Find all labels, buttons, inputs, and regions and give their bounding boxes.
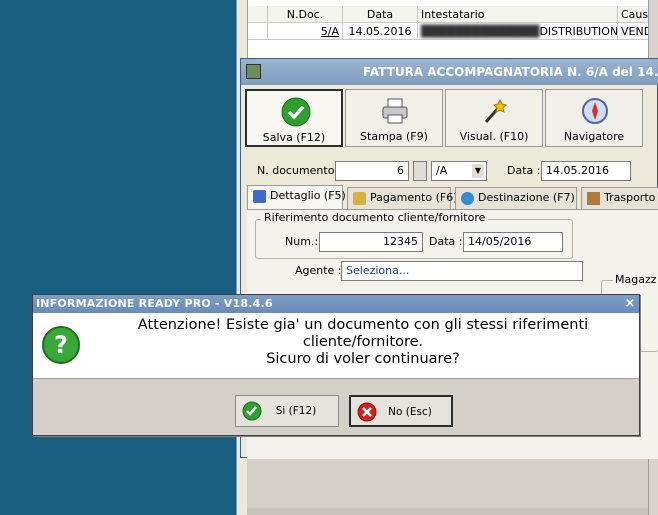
calendar-icon bbox=[253, 190, 266, 203]
series-select[interactable]: /A ▼ bbox=[431, 161, 487, 181]
agente-select[interactable]: Seleziona... bbox=[341, 261, 583, 281]
ndoc-input[interactable]: 6 bbox=[335, 161, 409, 181]
cell-intestatario: ██████████████DISTRIBUTION ... bbox=[418, 23, 618, 40]
column-data[interactable]: Data bbox=[343, 6, 418, 23]
agente-label: Agente : bbox=[295, 264, 342, 277]
save-button[interactable]: Salva (F12) bbox=[245, 89, 343, 147]
print-label: Stampa (F9) bbox=[360, 130, 428, 143]
question-icon: ? bbox=[42, 326, 80, 364]
column-ndoc[interactable]: N.Doc. bbox=[268, 6, 343, 23]
ref-date-input[interactable]: 14/05/2016 bbox=[463, 232, 563, 252]
series-value: /A bbox=[436, 164, 448, 177]
money-icon bbox=[353, 192, 366, 205]
ref-num-input[interactable]: 12345 bbox=[319, 232, 423, 252]
ndoc-spin[interactable] bbox=[413, 161, 427, 181]
ref-date-label: Data : bbox=[429, 235, 463, 248]
cell-ndoc: 5/A bbox=[268, 23, 343, 40]
preview-label: Visual. (F10) bbox=[459, 130, 529, 143]
ref-num-label: Num.: bbox=[285, 235, 319, 248]
tab-dettaglio-label: Dettaglio (F5) bbox=[270, 189, 346, 202]
preview-button[interactable]: Visual. (F10) bbox=[445, 89, 543, 147]
yes-label: Si (F12) bbox=[275, 405, 317, 417]
grid-header-spacer bbox=[248, 6, 268, 23]
date-input[interactable]: 14.05.2016 bbox=[541, 161, 631, 181]
row-indicator bbox=[248, 23, 268, 40]
magazzino-label: Magazz bbox=[613, 273, 658, 286]
tab-trasporto[interactable]: Trasporto bbox=[581, 187, 658, 209]
tab-pagamento[interactable]: Pagamento (F6) bbox=[347, 187, 458, 209]
no-button[interactable]: No (Esc) bbox=[349, 395, 453, 427]
print-button[interactable]: Stampa (F9) bbox=[345, 89, 443, 147]
yes-button[interactable]: Si (F12) bbox=[235, 395, 339, 427]
message-line-3: Sicuro di voler continuare? bbox=[266, 351, 460, 367]
close-icon[interactable]: × bbox=[622, 296, 638, 312]
confirm-dialog: INFORMAZIONE READY PRO - V18.4.6 × ? Att… bbox=[32, 294, 640, 436]
tab-dettaglio[interactable]: Dettaglio (F5) bbox=[247, 185, 346, 209]
printer-icon bbox=[382, 98, 408, 124]
globe-icon bbox=[461, 192, 474, 205]
cell-intestatario-text: DISTRIBUTION ... bbox=[539, 25, 618, 38]
column-intestatario[interactable]: Intestatario bbox=[418, 6, 618, 23]
dialog-title: INFORMAZIONE READY PRO - V18.4.6 bbox=[33, 295, 639, 313]
no-label: No (Esc) bbox=[388, 406, 432, 418]
save-label: Salva (F12) bbox=[262, 131, 326, 144]
navigator-label: Navigatore bbox=[563, 130, 625, 143]
dialog-message-area: ? Attenzione! Esiste gia' un documento c… bbox=[33, 313, 639, 379]
box-icon bbox=[587, 192, 600, 205]
tab-destinazione-label: Destinazione (F7) bbox=[478, 191, 575, 204]
magic-wand-icon bbox=[484, 98, 507, 123]
tab-destinazione[interactable]: Destinazione (F7) bbox=[455, 187, 577, 209]
chevron-down-icon[interactable]: ▼ bbox=[472, 164, 484, 178]
check-icon bbox=[281, 97, 311, 127]
ndoc-label: N. documento : bbox=[257, 164, 342, 177]
navigator-button[interactable]: Navigatore bbox=[545, 89, 643, 147]
date-label: Data : bbox=[507, 164, 541, 177]
reference-group-title: Riferimento documento cliente/fornitore bbox=[261, 211, 489, 225]
tab-pagamento-label: Pagamento (F6) bbox=[370, 191, 458, 204]
table-row[interactable]: 5/A 14.05.2016 ██████████████DISTRIBUTIO… bbox=[248, 23, 658, 40]
horizontal-scrollbar[interactable] bbox=[247, 508, 658, 515]
tab-trasporto-label: Trasporto bbox=[604, 191, 656, 204]
tab-bar: Dettaglio (F5) Pagamento (F6) Destinazio… bbox=[247, 185, 658, 209]
grid-header: N.Doc. Data Intestatario Causale bbox=[248, 6, 658, 23]
cell-data: 14.05.2016 bbox=[343, 23, 418, 40]
svg-text:?: ? bbox=[54, 331, 68, 359]
compass-icon bbox=[582, 98, 608, 124]
message-line-2: cliente/fornitore. bbox=[302, 334, 424, 350]
redacted-text: ██████████████ bbox=[421, 25, 540, 38]
message-line-1: Attenzione! Esiste gia' un documento con… bbox=[137, 317, 589, 333]
app-icon bbox=[246, 64, 261, 79]
invoice-title: FATTURA ACCOMPAGNATORIA N. 6/A del 14.05 bbox=[241, 59, 658, 85]
dialog-message: Attenzione! Esiste gia' un documento con… bbox=[93, 317, 633, 368]
